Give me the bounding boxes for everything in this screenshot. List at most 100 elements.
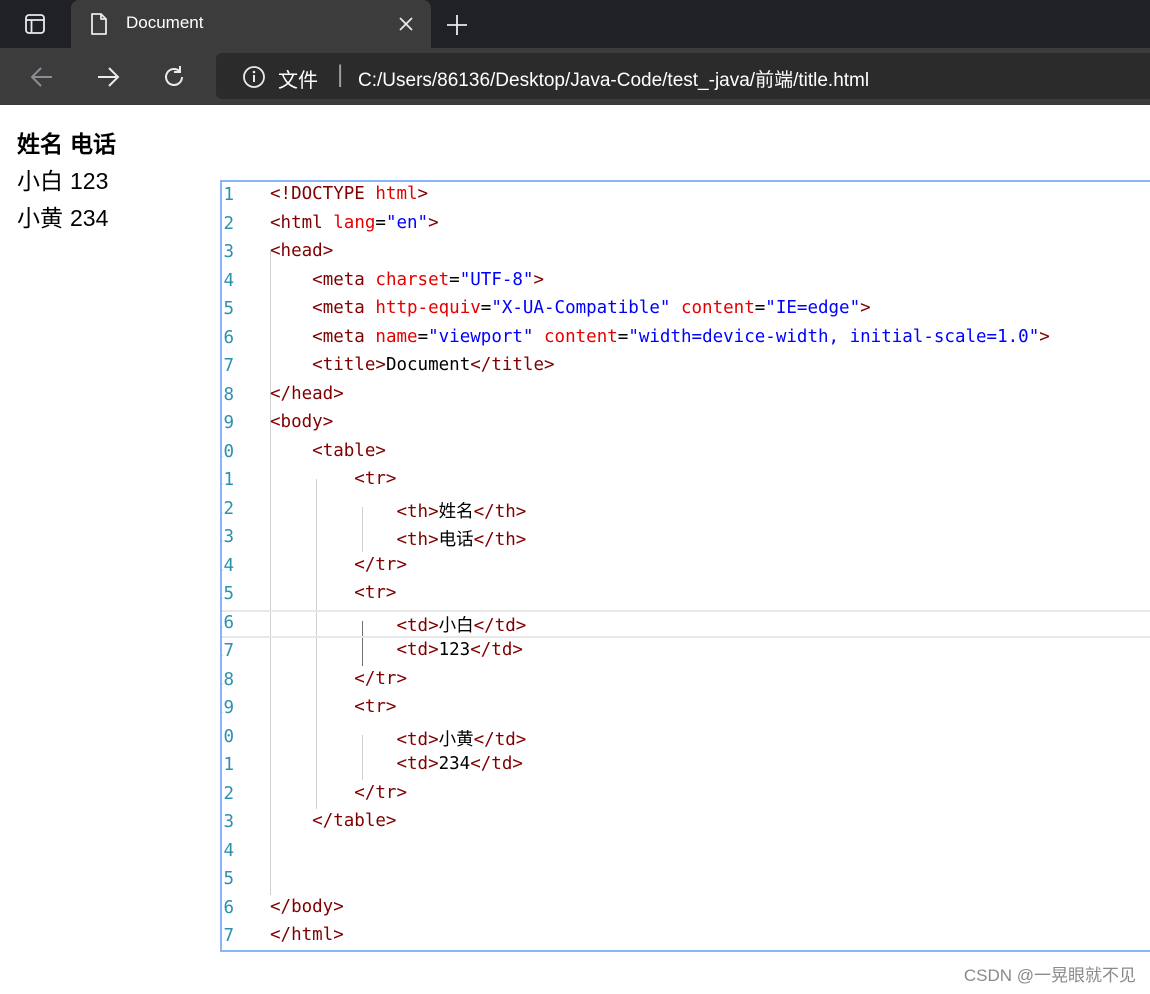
table-header-row: 姓名 电话 <box>17 126 116 163</box>
code-text: <meta name="viewport" content="width=dev… <box>270 327 1050 347</box>
code-token: </ <box>470 640 492 660</box>
code-line[interactable]: 23 </table> <box>222 809 1150 838</box>
code-line[interactable]: 16 <td>小白</td> <box>222 609 1150 638</box>
code-line[interactable]: 5 <meta http-equiv="X-UA-Compatible" con… <box>222 296 1150 325</box>
line-number: 20 <box>222 726 234 747</box>
code-line[interactable]: 11 <tr> <box>222 467 1150 496</box>
code-token: < <box>396 530 407 550</box>
code-text: <meta http-equiv="X-UA-Compatible" conte… <box>270 298 871 318</box>
code-token: > <box>385 583 397 603</box>
contact-table: 姓名 电话 小白 123 小黄 234 <box>17 126 116 237</box>
code-line[interactable]: 20 <td>小黄</td> <box>222 724 1150 753</box>
code-text: <tr> <box>270 469 396 489</box>
code-line[interactable]: 9 <body> <box>222 410 1150 439</box>
code-token: > <box>515 501 527 522</box>
line-number: 19 <box>222 698 234 718</box>
code-line[interactable]: 10 <table> <box>222 439 1150 468</box>
code-token: > <box>515 615 527 636</box>
line-number: 9 <box>223 413 234 433</box>
line-number: 15 <box>222 584 234 604</box>
code-line[interactable]: 7 <title>Document</title> <box>222 353 1150 382</box>
code-token: = <box>617 326 629 347</box>
site-info-label[interactable]: 文件 <box>278 64 318 93</box>
code-line[interactable]: 26 </body> <box>222 895 1150 924</box>
code-token: <! <box>270 184 292 204</box>
code-token: > <box>385 697 397 717</box>
code-token: > <box>515 729 527 750</box>
code-line[interactable]: 19 <tr> <box>222 695 1150 724</box>
browser-toolbar: 文件 | C:/Users/86136/Desktop/Java-Code/te… <box>0 48 1150 105</box>
line-number: 24 <box>222 840 234 861</box>
window-menu-button[interactable] <box>0 0 70 48</box>
code-token: title <box>322 355 376 375</box>
code-line[interactable]: 2 <html lang="en"> <box>222 211 1150 240</box>
code-editor[interactable]: 1 <!DOCTYPE html> 2 <html lang="en"> 3 <head>… <box>220 180 1150 952</box>
code-token: < <box>354 583 365 603</box>
code-token: td <box>406 729 429 750</box>
code-token: tr <box>375 554 397 575</box>
close-icon <box>399 17 413 31</box>
code-token: 电话 <box>438 530 474 550</box>
code-token: > <box>396 554 407 575</box>
back-button[interactable] <box>25 60 59 94</box>
code-token: > <box>512 754 523 774</box>
code-token: < <box>312 326 323 347</box>
code-line[interactable]: 6 <meta name="viewport" content="width=d… <box>222 325 1150 354</box>
code-token: < <box>354 469 365 489</box>
code-line[interactable]: 8 </head> <box>222 382 1150 411</box>
new-tab-button[interactable] <box>442 10 472 40</box>
code-line[interactable]: 15 <tr> <box>222 581 1150 610</box>
code-line[interactable]: 14 </tr> <box>222 553 1150 582</box>
reload-button[interactable] <box>157 60 191 94</box>
code-line[interactable]: 12 <th>姓名</th> <box>222 496 1150 525</box>
code-line[interactable]: 24 <box>222 838 1150 867</box>
code-line[interactable]: 22 </tr> <box>222 781 1150 810</box>
code-line[interactable]: 3 <head> <box>222 239 1150 268</box>
code-text: <td>123</td> <box>270 640 522 660</box>
close-tab-button[interactable] <box>395 13 417 35</box>
code-token: th <box>494 530 516 550</box>
code-line[interactable]: 21 <td>234</td> <box>222 752 1150 781</box>
code-token: html <box>280 212 323 233</box>
code-line[interactable]: 25 <box>222 866 1150 895</box>
code-token: td <box>406 615 429 636</box>
back-icon <box>30 67 52 87</box>
code-text: <td>小白</td> <box>270 612 526 637</box>
code-token: </ <box>312 811 334 831</box>
code-token: < <box>396 640 407 660</box>
code-line[interactable]: 27 </html> <box>222 923 1150 950</box>
code-line[interactable]: 17 <td>123</td> <box>222 638 1150 667</box>
code-token: head <box>291 383 334 404</box>
code-line[interactable]: 13 <th>电话</th> <box>222 524 1150 553</box>
code-token: < <box>270 212 281 233</box>
code-line[interactable]: 4 <meta charset="UTF-8"> <box>222 268 1150 297</box>
line-number: 5 <box>223 299 234 319</box>
code-token: </ <box>470 754 492 774</box>
line-number: 4 <box>223 270 234 291</box>
url-text[interactable]: C:/Users/86136/Desktop/Java-Code/test_-j… <box>358 65 869 92</box>
code-line[interactable]: 18 </tr> <box>222 667 1150 696</box>
code-token: > <box>417 184 429 204</box>
tab-document[interactable]: Document <box>71 0 431 48</box>
code-text: <table> <box>270 441 386 461</box>
code-token: < <box>396 729 407 750</box>
site-info-button[interactable] <box>242 65 266 94</box>
code-token: tr <box>375 668 397 689</box>
code-token: body <box>280 412 323 432</box>
code-token: = <box>375 212 386 233</box>
new-tab-icon <box>447 15 467 35</box>
code-token: th <box>406 501 429 522</box>
code-token: = <box>417 326 429 347</box>
code-line[interactable]: 1 <!DOCTYPE html> <box>222 182 1150 211</box>
cell-name: 小白 <box>17 168 63 194</box>
forward-button[interactable] <box>91 60 125 94</box>
address-bar[interactable]: 文件 | C:/Users/86136/Desktop/Java-Code/te… <box>216 53 1150 99</box>
code-token: td <box>406 640 429 660</box>
code-token: content <box>680 298 755 318</box>
code-token: charset <box>375 269 450 290</box>
code-text: </html> <box>270 925 344 945</box>
